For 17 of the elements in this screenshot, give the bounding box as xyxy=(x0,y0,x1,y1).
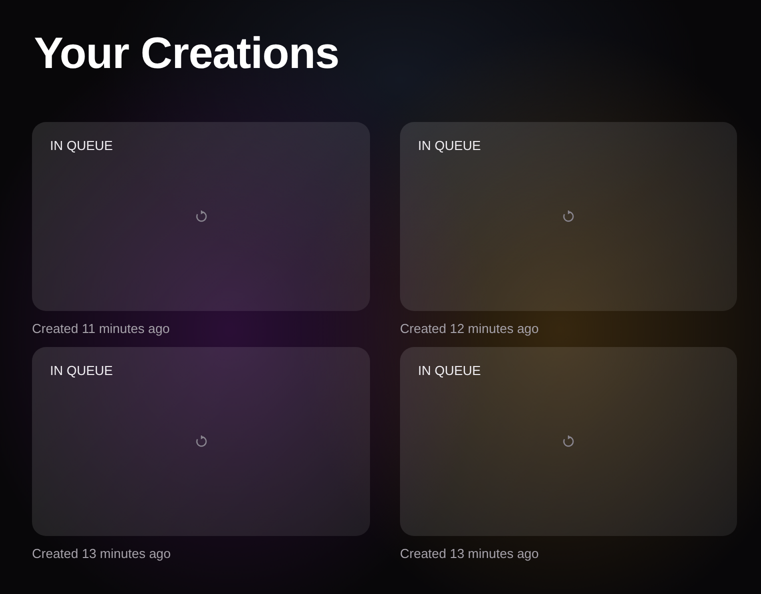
creation-card[interactable]: IN QUEUE xyxy=(32,122,370,311)
status-label: IN QUEUE xyxy=(418,138,481,154)
status-label: IN QUEUE xyxy=(50,363,113,379)
created-time: Created 11 minutes ago xyxy=(32,321,170,337)
created-time: Created 13 minutes ago xyxy=(32,546,171,562)
refresh-icon xyxy=(194,435,208,448)
creation-card[interactable]: IN QUEUE xyxy=(400,122,737,311)
refresh-icon xyxy=(194,210,208,223)
refresh-icon xyxy=(562,435,575,448)
refresh-icon xyxy=(562,210,575,223)
created-time: Created 13 minutes ago xyxy=(400,546,539,562)
status-label: IN QUEUE xyxy=(418,363,481,379)
page-title: Your Creations xyxy=(34,28,340,80)
created-time: Created 12 minutes ago xyxy=(400,321,539,337)
creation-card[interactable]: IN QUEUE xyxy=(32,347,370,536)
creation-card[interactable]: IN QUEUE xyxy=(400,347,737,536)
status-label: IN QUEUE xyxy=(50,138,113,154)
